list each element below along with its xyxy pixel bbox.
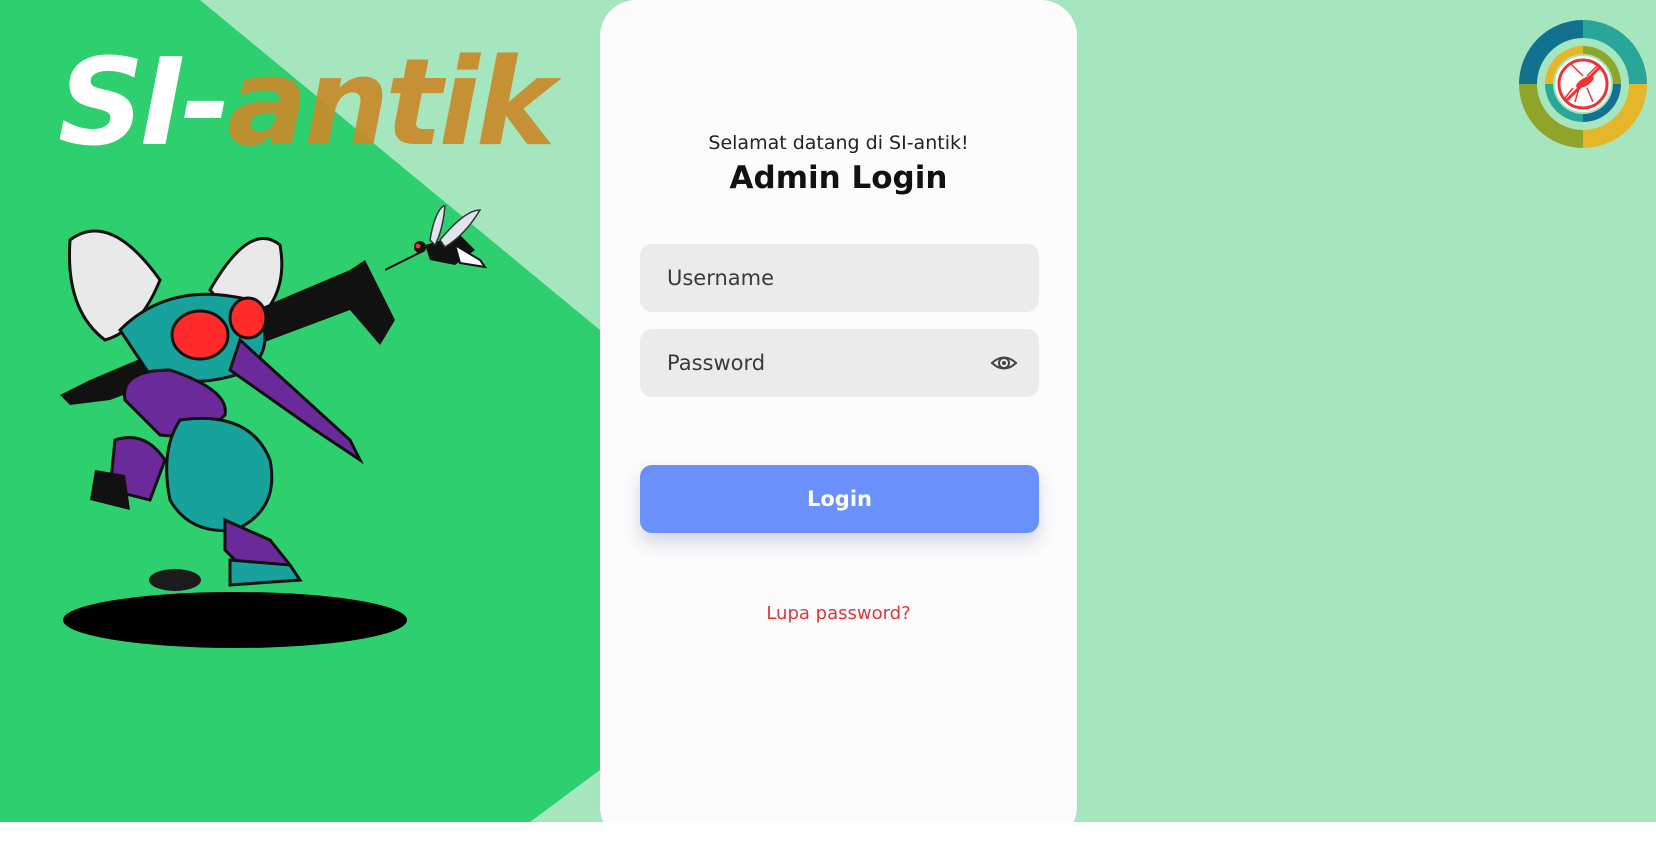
welcome-text: Selamat datang di SI-antik!	[708, 132, 969, 154]
anti-mosquito-logo-icon	[1519, 20, 1647, 148]
brand-wordmark: SI-antik	[58, 44, 556, 164]
password-input[interactable]	[640, 329, 1039, 397]
forgot-password-link[interactable]: Lupa password?	[600, 603, 1077, 624]
eye-icon[interactable]	[990, 350, 1018, 376]
login-card: Selamat datang di SI-antik! Admin Login …	[600, 0, 1077, 822]
mosquito-icon	[385, 205, 488, 271]
brand-prefix: SI-	[58, 34, 231, 173]
username-input[interactable]	[640, 244, 1039, 312]
brand-suffix: antik	[226, 34, 556, 173]
background: SI-antik Selamat datang di SI-antik! Adm…	[0, 0, 1656, 822]
login-button[interactable]: Login	[640, 465, 1039, 533]
page-title: Admin Login	[729, 160, 948, 196]
